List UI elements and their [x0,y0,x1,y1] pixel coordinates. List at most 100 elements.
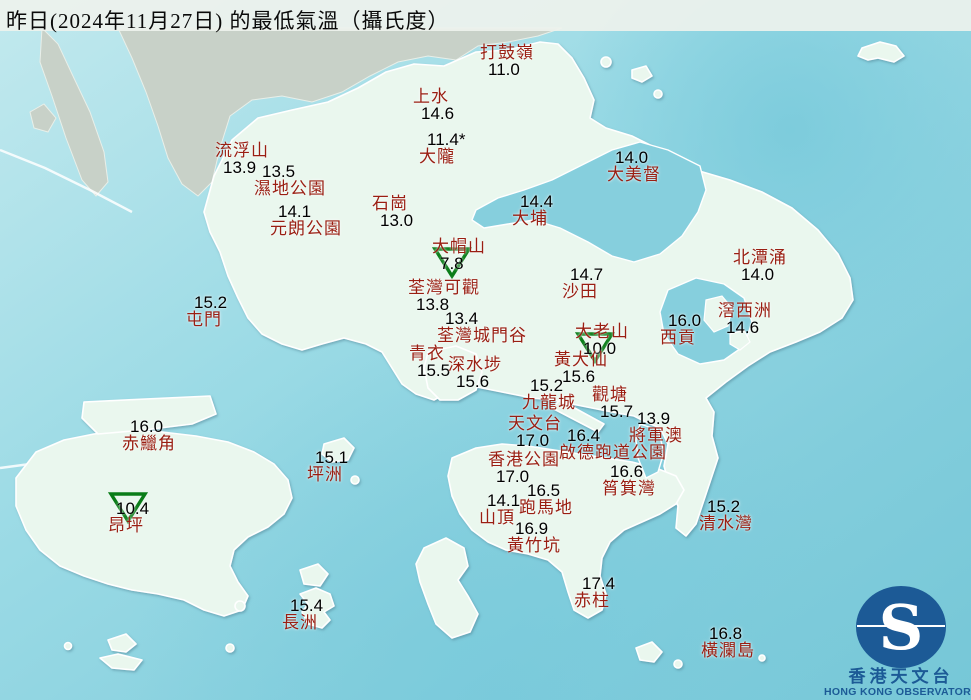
station-label: 14.7 沙田 [562,266,603,300]
station-label: 16.0 赤鱲角 [122,418,176,452]
station-name: 昂坪 [108,516,144,535]
station-label: 15.2 九龍城 [522,377,576,411]
station-label: 13.4 荃灣城門谷 [437,310,527,344]
station-label: 14.4 大埔 [512,193,553,227]
station-labels-layer: 打鼓嶺 11.0 上水 14.6 11.4* 大隴 14.0 大美督 流浮山 13.9 13.5 濕地… [0,0,971,700]
station-min-temperature: 16.4 [567,426,601,445]
station-min-temperature: 15.2 [194,293,228,312]
station-label: 13.5 濕地公園 [254,163,326,197]
station-label: 深水埗 15.6 [448,356,502,390]
station-min-temperature: 14.1 [278,202,312,221]
station-min-temperature: 14.4 [520,192,554,211]
station-label: 14.0 大美督 [607,149,661,183]
station-name: 大隴 [419,147,455,166]
station-name: 元朗公園 [270,219,342,238]
station-min-temperature: 16.8 [709,624,743,643]
station-label: 石崗 13.0 [372,195,413,229]
station-name: 西貢 [660,328,696,347]
station-name: 黃竹坑 [507,536,561,555]
station-label: 北潭涌 14.0 [733,249,787,283]
station-label: 香港公園 17.0 [488,451,560,485]
station-label: 15.4 長洲 [282,597,323,631]
station-name: 北潭涌 [733,248,787,267]
station-label: 大帽山 7.8 [432,238,486,272]
station-min-temperature: 14.7 [570,265,604,284]
station-name: 大埔 [512,209,548,228]
station-min-temperature: 16.0 [668,311,702,330]
station-min-temperature: 15.6 [456,372,490,391]
station-min-temperature: 13.0 [380,211,414,230]
station-name: 青衣 [409,344,445,363]
station-name: 荃灣城門谷 [437,326,527,345]
station-name: 流浮山 [215,141,269,160]
hko-min-temperature-map: S 香港天文台 HONG KONG OBSERVATORY 打鼓嶺 11.0 上水 1… [0,0,971,700]
station-name: 跑馬地 [519,498,573,517]
station-name: 打鼓嶺 [480,43,534,62]
station-label: 17.4 赤柱 [574,575,615,609]
station-name: 深水埗 [448,355,502,374]
station-label: 15.2 屯門 [186,294,227,328]
station-label: 上水 14.6 [413,88,454,122]
station-name: 赤柱 [574,591,610,610]
station-label: 10.4 昂坪 [108,500,149,534]
station-name: 石崗 [372,194,408,213]
station-name: 筲箕灣 [602,479,656,498]
station-label: 15.1 坪洲 [307,449,348,483]
station-label: 11.4* 大隴 [419,131,465,165]
station-min-temperature: 16.0 [130,417,164,436]
station-min-temperature: 15.2 [530,376,564,395]
station-name: 黃大仙 [554,350,608,369]
station-min-temperature: 16.5 [527,481,561,500]
station-min-temperature: 11.4* [427,130,466,149]
station-min-temperature: 10.4 [116,499,150,518]
station-name: 大老山 [575,322,629,341]
station-min-temperature: 15.2 [707,497,741,516]
station-label: 16.0 西貢 [660,312,701,346]
station-name: 滘西洲 [718,301,772,320]
station-min-temperature: 11.0 [488,60,520,79]
station-min-temperature: 17.4 [582,574,616,593]
station-label: 打鼓嶺 11.0 [480,44,534,78]
station-label: 16.5 跑馬地 [519,482,573,516]
station-min-temperature: 14.1 [487,491,521,510]
station-name: 長洲 [282,613,318,632]
station-name: 天文台 [508,414,562,433]
station-label: 16.9 黃竹坑 [507,520,561,554]
station-name: 坪洲 [307,465,343,484]
station-name: 濕地公園 [254,179,326,198]
station-min-temperature: 7.8 [440,254,464,273]
station-label: 15.2 清水灣 [699,498,753,532]
station-min-temperature: 16.9 [515,519,549,538]
station-min-temperature: 14.6 [421,104,455,123]
page-title: 昨日(2024年11月27日) 的最低氣溫（攝氏度） [6,9,450,33]
station-label: 14.1 元朗公園 [270,203,342,237]
station-name: 香港公園 [488,450,560,469]
station-label: 16.6 筲箕灣 [602,463,656,497]
station-name: 赤鱲角 [122,434,176,453]
station-name: 九龍城 [522,393,576,412]
station-name: 屯門 [186,310,222,329]
station-label: 天文台 17.0 [508,415,562,449]
station-name: 橫瀾島 [701,641,755,660]
station-label: 荃灣可觀 13.8 [408,279,480,313]
station-label: 滘西洲 14.6 [718,302,772,336]
station-name: 大帽山 [432,237,486,256]
station-min-temperature: 14.0 [615,148,649,167]
station-name: 啟德跑道公園 [559,443,667,462]
station-min-temperature: 17.0 [516,431,550,450]
station-label: 16.8 橫瀾島 [701,625,755,659]
station-min-temperature: 13.5 [262,162,296,181]
station-label: 青衣 15.5 [409,345,450,379]
station-name: 荃灣可觀 [408,278,480,297]
station-name: 大美督 [607,165,661,184]
station-min-temperature: 13.9 [637,409,671,428]
station-min-temperature: 13.4 [445,309,479,328]
station-name: 清水灣 [699,514,753,533]
station-min-temperature: 16.6 [610,462,644,481]
station-name: 觀塘 [592,385,628,404]
station-name: 沙田 [562,282,598,301]
station-name: 上水 [413,87,449,106]
station-min-temperature: 15.1 [315,448,349,467]
station-label: 觀塘 15.7 [592,386,633,420]
station-label: 16.4 啟德跑道公園 [559,427,667,461]
